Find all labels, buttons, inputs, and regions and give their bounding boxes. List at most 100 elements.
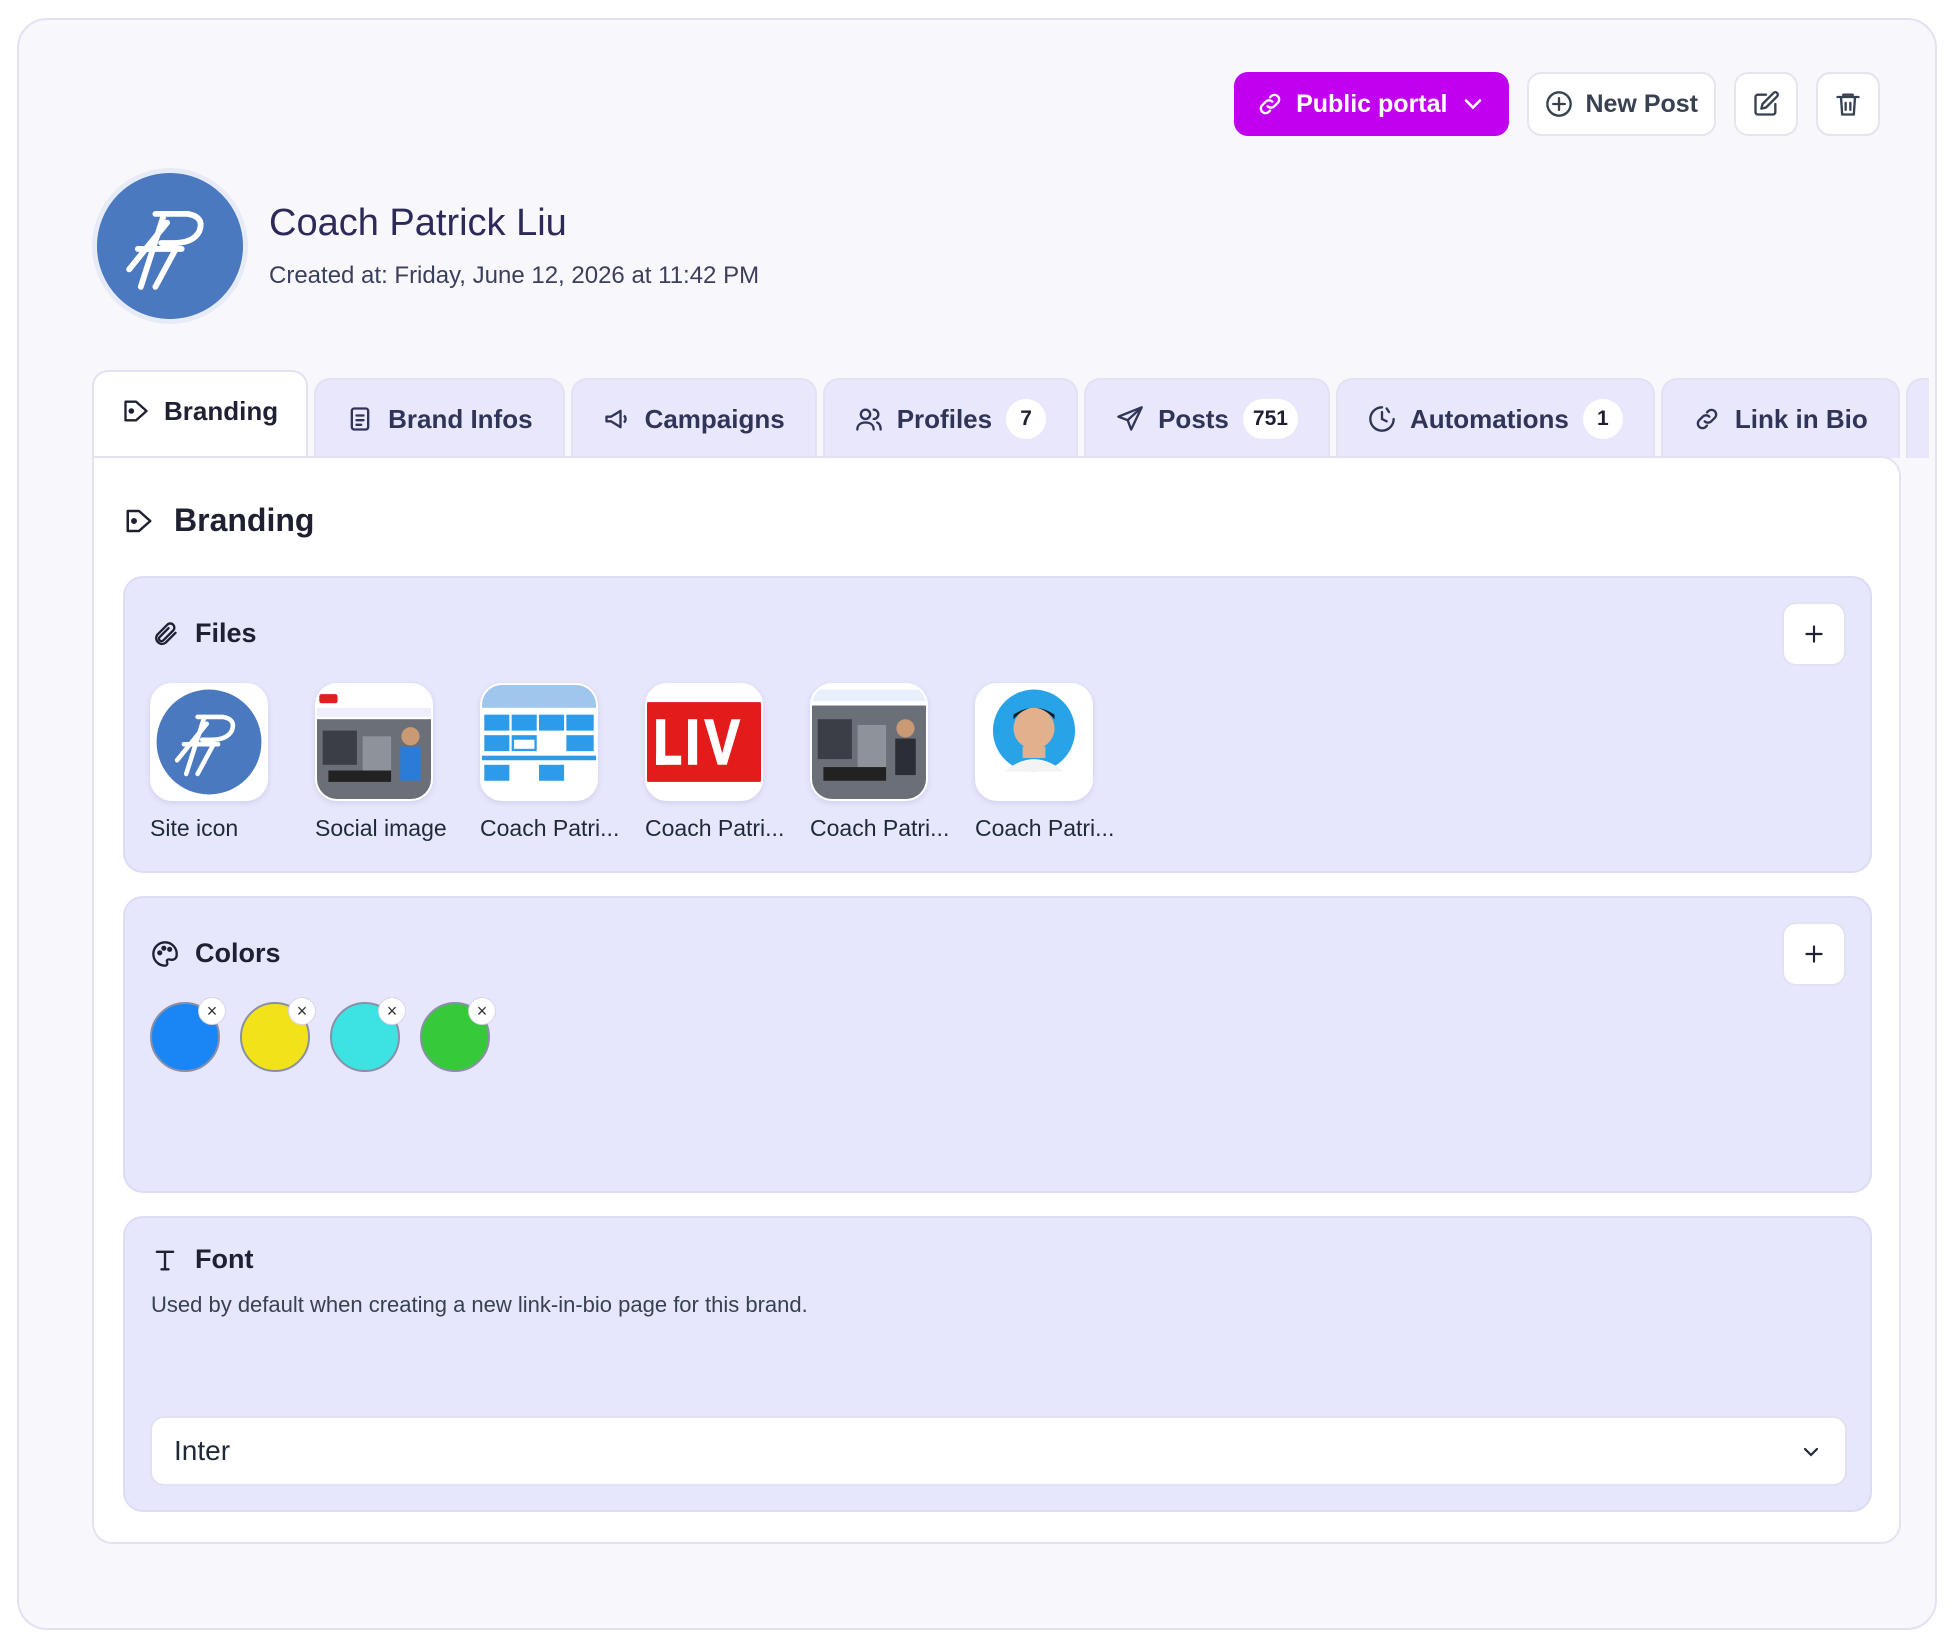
font-title-text: Font — [195, 1244, 254, 1274]
tab-brand-infos[interactable]: Brand Infos — [314, 378, 565, 458]
megaphone-icon — [604, 409, 627, 429]
chevron-down-icon — [1465, 99, 1482, 110]
colors-panel: Colors × × × × — [123, 896, 1872, 1193]
remove-color-icon[interactable]: × — [468, 997, 496, 1025]
file-item[interactable]: Coach Patri... — [480, 683, 620, 842]
file-thumbnail — [480, 683, 598, 801]
files-panel: Files Site icon Social image Coach Patri… — [123, 576, 1872, 873]
tab-campaigns[interactable]: Campaigns — [570, 378, 817, 458]
text-type-icon — [155, 1250, 175, 1270]
tab-link-in-bio[interactable]: Link in Bio — [1660, 378, 1900, 458]
color-swatch[interactable]: × — [150, 997, 226, 1072]
tab-label: Campaigns — [644, 403, 785, 434]
section-title-text: Branding — [174, 502, 315, 538]
file-label: Coach Patri... — [480, 815, 620, 841]
plus-icon — [1805, 625, 1823, 643]
file-thumbnail — [975, 683, 1093, 801]
edit-button[interactable] — [1734, 72, 1798, 136]
brand-logo-image — [97, 173, 243, 319]
font-description: Used by default when creating a new link… — [151, 1292, 808, 1317]
colors-title: Colors — [151, 938, 281, 969]
file-label: Coach Patri... — [975, 815, 1115, 841]
plus-icon — [1805, 945, 1823, 963]
tab-more[interactable] — [1905, 378, 1929, 458]
file-label: Site icon — [150, 815, 239, 841]
tab-bar: Branding Brand Infos Campaigns Profiles … — [92, 370, 1929, 458]
send-icon — [1117, 406, 1143, 431]
branding-panel: Branding Files Site icon Social image Co… — [92, 456, 1901, 1544]
palette-icon — [152, 940, 178, 967]
clock-icon — [1369, 406, 1395, 432]
file-item[interactable]: Site icon — [150, 683, 281, 842]
trash-icon — [1836, 93, 1860, 116]
tag-icon — [126, 509, 152, 532]
file-label: Social image — [315, 815, 447, 841]
header-actions: Public portal New Post — [1234, 72, 1880, 136]
public-portal-button[interactable]: Public portal — [1234, 72, 1510, 136]
chevron-down-icon — [1803, 1447, 1819, 1457]
plus-circle-icon — [1546, 91, 1573, 117]
file-item[interactable]: Social image — [315, 683, 447, 842]
files-title: Files — [151, 618, 257, 649]
profile-created-at: Created at: Friday, June 12, 2026 at 11:… — [269, 262, 760, 289]
schedule-image — [482, 685, 596, 799]
font-select-value: Inter — [174, 1435, 231, 1466]
colors-title-text: Colors — [195, 938, 281, 968]
link-icon — [1259, 93, 1281, 115]
add-color-button[interactable] — [1782, 922, 1846, 986]
edit-icon — [1754, 91, 1779, 116]
add-file-button[interactable] — [1782, 602, 1846, 666]
file-item[interactable]: Coach Patri... — [645, 683, 785, 842]
tab-posts[interactable]: Posts 751 — [1084, 378, 1330, 458]
file-label: Coach Patri... — [645, 815, 785, 841]
link-icon — [1696, 408, 1718, 430]
font-title: Font — [151, 1244, 253, 1275]
file-item[interactable]: Coach Patri... — [975, 683, 1115, 842]
new-post-label: New Post — [1585, 89, 1698, 118]
color-swatch[interactable]: × — [420, 997, 496, 1072]
posts-count-badge: 751 — [1242, 399, 1298, 439]
remove-color-icon[interactable]: × — [288, 997, 316, 1025]
profiles-count-badge: 7 — [1006, 399, 1047, 439]
file-label: Coach Patri... — [810, 815, 950, 841]
tab-label: Profiles — [896, 403, 993, 434]
gym-photo-image — [812, 685, 926, 799]
color-swatch[interactable]: × — [240, 997, 316, 1072]
tab-branding[interactable]: Branding — [92, 370, 309, 458]
remove-color-icon[interactable]: × — [198, 997, 226, 1025]
color-swatch[interactable]: × — [330, 997, 406, 1072]
tab-label: Automations — [1409, 403, 1569, 434]
portrait-image — [977, 685, 1091, 799]
public-portal-label: Public portal — [1296, 89, 1448, 118]
document-icon — [350, 407, 370, 431]
tab-label: Posts — [1158, 403, 1229, 434]
users-icon — [855, 408, 882, 431]
files-list: Site icon Social image Coach Patri... Co… — [150, 683, 1115, 842]
tag-icon — [124, 400, 148, 422]
paperclip-icon — [155, 621, 177, 645]
file-thumbnail — [150, 683, 268, 801]
brand-logo-image — [152, 685, 266, 799]
tab-label: Brand Infos — [388, 403, 533, 434]
remove-color-icon[interactable]: × — [378, 997, 406, 1025]
color-swatches: × × × × — [150, 997, 496, 1072]
files-title-text: Files — [195, 618, 257, 648]
tab-profiles[interactable]: Profiles 7 — [822, 378, 1079, 458]
live-banner-image — [647, 685, 761, 799]
tab-label: Link in Bio — [1734, 403, 1868, 434]
file-item[interactable]: Coach Patri... — [810, 683, 950, 842]
automations-count-badge: 1 — [1582, 399, 1623, 439]
brand-avatar — [92, 168, 248, 324]
section-title: Branding — [124, 502, 314, 539]
delete-button[interactable] — [1816, 72, 1880, 136]
profile-name: Coach Patrick Liu — [269, 202, 567, 244]
font-panel: Font Used by default when creating a new… — [123, 1216, 1872, 1512]
file-thumbnail — [645, 683, 763, 801]
new-post-button[interactable]: New Post — [1527, 72, 1716, 136]
gym-photo-image — [317, 685, 431, 799]
tab-automations[interactable]: Automations 1 — [1335, 378, 1655, 458]
font-select[interactable]: Inter — [150, 1416, 1847, 1486]
file-thumbnail — [810, 683, 928, 801]
brand-card: Public portal New Post Coach Patrick Liu — [17, 18, 1937, 1630]
tab-label: Branding — [164, 395, 279, 426]
